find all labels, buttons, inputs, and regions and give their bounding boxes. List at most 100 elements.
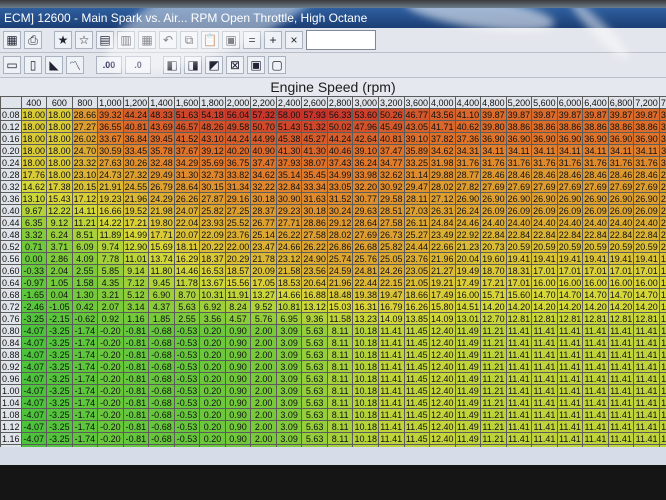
table-cell[interactable]: 9.67 (20, 204, 48, 217)
row-header[interactable]: 0.20 (0, 144, 22, 157)
table-cell[interactable]: 28.77 (454, 168, 482, 181)
table-cell[interactable]: 45.38 (275, 132, 303, 145)
table-cell[interactable]: 10.18 (352, 324, 379, 337)
table-cell[interactable]: 2.00 (250, 408, 277, 421)
table-cell[interactable]: 13.23 (352, 312, 379, 325)
table-cell[interactable]: -4.07 (20, 360, 48, 373)
table-cell[interactable]: 0.71 (20, 240, 48, 253)
table-cell[interactable]: 56.33 (326, 108, 354, 121)
table-cell[interactable]: 19.38 (352, 288, 379, 301)
table-cell[interactable]: 23.05 (403, 264, 431, 277)
table-cell[interactable]: 44.24 (224, 132, 252, 145)
table-cell[interactable]: 29.88 (429, 168, 456, 181)
table-cell[interactable]: 1.85 (148, 312, 175, 325)
table-cell[interactable]: 15.03 (326, 300, 354, 313)
table-cell[interactable]: 28.02 (326, 228, 354, 241)
table-cell[interactable]: 34.29 (173, 156, 201, 169)
table-cell[interactable]: 38.86 (658, 120, 666, 133)
table-cell[interactable]: 11.49 (454, 384, 482, 397)
table-cell[interactable]: 10.18 (352, 348, 379, 361)
table-cell[interactable]: 19.41 (582, 252, 609, 265)
table-cell[interactable]: -1.74 (71, 336, 99, 349)
table-cell[interactable]: 23.56 (301, 264, 328, 277)
table-cell[interactable]: 18.48 (326, 288, 354, 301)
table-cell[interactable]: 18.00 (46, 156, 73, 169)
table-cell[interactable]: 5.63 (301, 360, 328, 373)
table-cell[interactable]: 10.18 (352, 408, 379, 421)
table-cell[interactable]: 11.41 (658, 336, 666, 349)
table-cell[interactable]: 20.59 (658, 240, 666, 253)
table-cell[interactable]: 41.52 (173, 132, 201, 145)
table-cell[interactable]: -2.46 (20, 300, 48, 313)
table-cell[interactable]: 18.53 (275, 276, 303, 289)
table-cell[interactable]: 13.12 (301, 300, 328, 313)
table-cell[interactable]: 34.62 (429, 144, 456, 157)
table-cell[interactable]: 9.52 (250, 300, 277, 313)
equals-icon[interactable]: = (243, 31, 261, 49)
table-cell[interactable]: 24.46 (454, 216, 482, 229)
table-cell[interactable]: 30.15 (199, 180, 226, 193)
table-cell[interactable]: 11.45 (403, 324, 431, 337)
table-cell[interactable]: 3.56 (199, 312, 226, 325)
table-cell[interactable]: 11.49 (454, 444, 482, 447)
table-cell[interactable]: 12.81 (505, 312, 533, 325)
table-cell[interactable]: 31.63 (301, 192, 328, 205)
table-cell[interactable]: 2.86 (46, 252, 73, 265)
table-cell[interactable]: 24.44 (403, 240, 431, 253)
table-cell[interactable]: 12.40 (429, 444, 456, 447)
row-header[interactable]: 0.68 (0, 288, 22, 301)
table-cell[interactable]: 44.24 (326, 132, 354, 145)
table-cell[interactable]: 15.60 (505, 288, 533, 301)
table-cell[interactable]: -3.25 (20, 312, 48, 325)
table-cell[interactable]: 23.10 (71, 168, 99, 181)
table-cell[interactable]: 14.70 (633, 288, 660, 301)
table-cell[interactable]: 28.51 (377, 204, 405, 217)
table-cell[interactable]: -0.81 (122, 336, 150, 349)
row-header[interactable]: 0.84 (0, 336, 22, 349)
table-cell[interactable]: -1.74 (71, 372, 99, 385)
table-cell[interactable]: 25.52 (224, 216, 252, 229)
table-cell[interactable]: -0.81 (122, 360, 150, 373)
table-cell[interactable]: 17.38 (46, 180, 73, 193)
table-cell[interactable]: 58.00 (275, 108, 303, 121)
table-cell[interactable]: 22.84 (633, 228, 660, 241)
table-cell[interactable]: 10.18 (352, 384, 379, 397)
table-cell[interactable]: 44.99 (250, 132, 277, 145)
column-header[interactable]: 2,000 (224, 96, 252, 109)
table-cell[interactable]: 28.02 (429, 180, 456, 193)
table-cell[interactable]: 3.09 (275, 372, 303, 385)
table-cell[interactable]: 34.77 (377, 156, 405, 169)
table-cell[interactable]: 40.81 (377, 132, 405, 145)
column-header[interactable]: 3,200 (377, 96, 405, 109)
table-cell[interactable]: 28.64 (173, 180, 201, 193)
table-cell[interactable]: 5.63 (301, 396, 328, 409)
table-cell[interactable]: 45.27 (301, 132, 328, 145)
table-cell[interactable]: 6.35 (20, 216, 48, 229)
table-cell[interactable]: 7.78 (97, 252, 124, 265)
table-cell[interactable]: 36.84 (122, 132, 150, 145)
table-cell[interactable]: 38.86 (505, 120, 533, 133)
table-cell[interactable]: 11.21 (480, 396, 507, 409)
table-cell[interactable]: 5.63 (301, 336, 328, 349)
table-cell[interactable]: 31.76 (633, 156, 660, 169)
table-cell[interactable]: 26.73 (377, 228, 405, 241)
table-cell[interactable]: 27.25 (224, 204, 252, 217)
table-cell[interactable]: 41.30 (301, 144, 328, 157)
table-cell[interactable]: 39.87 (480, 108, 507, 121)
table-cell[interactable]: 16.00 (454, 288, 482, 301)
table-cell[interactable]: 19.41 (658, 252, 666, 265)
table-cell[interactable]: 12.81 (582, 312, 609, 325)
table-cell[interactable]: 50.26 (377, 108, 405, 121)
table-cell[interactable]: 11.41 (582, 444, 609, 447)
table-cell[interactable]: 10.18 (352, 336, 379, 349)
table-cell[interactable]: 2.00 (250, 360, 277, 373)
table-cell[interactable]: 18.31 (505, 264, 533, 277)
table-cell[interactable]: -3.25 (46, 420, 73, 433)
table-cell[interactable]: 43.05 (403, 120, 431, 133)
table-cell[interactable]: 1.58 (71, 276, 99, 289)
table-cell[interactable]: -3.25 (46, 384, 73, 397)
table-cell[interactable]: 38.07 (301, 156, 328, 169)
table-cell[interactable]: 25.82 (199, 204, 226, 217)
column-header[interactable]: 7,200 (633, 96, 660, 109)
table-cell[interactable]: 14.09 (429, 312, 456, 325)
